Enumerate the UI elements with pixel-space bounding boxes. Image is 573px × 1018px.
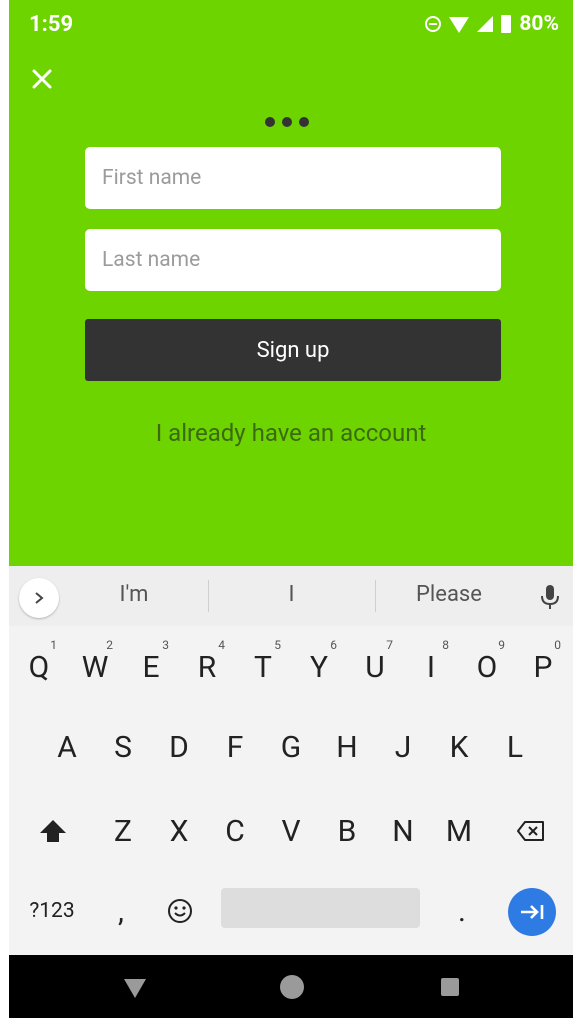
key-e[interactable]: E3 bbox=[123, 632, 179, 702]
key-p[interactable]: P0 bbox=[515, 632, 571, 702]
key-i[interactable]: I8 bbox=[403, 632, 459, 702]
key-z[interactable]: Z bbox=[95, 796, 151, 866]
device-screen: 1:59 80% Sign up I already have an accou… bbox=[9, 0, 573, 1018]
keyboard: I'm I Please Q1 W2 E3 R4 T5 Y6 U7 I8 O9 … bbox=[9, 566, 573, 955]
shift-key[interactable] bbox=[25, 796, 81, 866]
key-q[interactable]: Q1 bbox=[11, 632, 67, 702]
last-name-input[interactable] bbox=[85, 229, 501, 291]
cell-signal-icon bbox=[477, 16, 494, 32]
key-x[interactable]: X bbox=[151, 796, 207, 866]
close-button[interactable] bbox=[27, 64, 57, 94]
period-key[interactable]: . bbox=[437, 876, 487, 946]
key-f[interactable]: F bbox=[207, 712, 263, 782]
symbols-key[interactable]: ?123 bbox=[17, 876, 87, 946]
key-s[interactable]: S bbox=[95, 712, 151, 782]
dots-icon bbox=[265, 117, 309, 127]
next-arrow-icon bbox=[521, 905, 544, 919]
have-account-link[interactable]: I already have an account bbox=[9, 419, 573, 447]
suggestion-expand-button[interactable] bbox=[19, 578, 59, 618]
next-key[interactable] bbox=[508, 888, 556, 936]
battery-icon bbox=[501, 15, 512, 33]
suggestion-divider bbox=[375, 580, 376, 612]
key-v[interactable]: V bbox=[263, 796, 319, 866]
chevron-right-icon bbox=[35, 592, 44, 604]
shift-icon bbox=[40, 820, 66, 842]
emoji-key[interactable] bbox=[155, 876, 205, 946]
key-a[interactable]: A bbox=[39, 712, 95, 782]
key-m[interactable]: M bbox=[431, 796, 487, 866]
key-t[interactable]: T5 bbox=[235, 632, 291, 702]
suggestion-2[interactable]: I bbox=[209, 582, 374, 607]
key-j[interactable]: J bbox=[375, 712, 431, 782]
status-icons: 80% bbox=[425, 12, 559, 36]
home-icon[interactable] bbox=[280, 975, 304, 999]
space-key[interactable] bbox=[221, 888, 420, 928]
key-r[interactable]: R4 bbox=[179, 632, 235, 702]
suggestion-3[interactable]: Please bbox=[384, 582, 514, 607]
key-n[interactable]: N bbox=[375, 796, 431, 866]
key-y[interactable]: Y6 bbox=[291, 632, 347, 702]
key-u[interactable]: U7 bbox=[347, 632, 403, 702]
first-name-input[interactable] bbox=[85, 147, 501, 209]
emoji-icon bbox=[168, 899, 192, 923]
key-g[interactable]: G bbox=[263, 712, 319, 782]
do-not-disturb-icon bbox=[425, 16, 442, 32]
comma-key[interactable]: , bbox=[99, 876, 143, 946]
navigation-bar bbox=[9, 955, 573, 1018]
signup-screen: 1:59 80% Sign up I already have an accou… bbox=[9, 0, 573, 566]
mic-icon[interactable] bbox=[537, 583, 563, 611]
key-l[interactable]: L bbox=[487, 712, 543, 782]
recents-icon[interactable] bbox=[441, 978, 459, 996]
backspace-icon bbox=[517, 821, 544, 841]
key-b[interactable]: B bbox=[319, 796, 375, 866]
backspace-key[interactable] bbox=[503, 796, 559, 866]
key-k[interactable]: K bbox=[431, 712, 487, 782]
key-h[interactable]: H bbox=[319, 712, 375, 782]
key-w[interactable]: W2 bbox=[67, 632, 123, 702]
back-icon[interactable] bbox=[124, 979, 146, 998]
key-d[interactable]: D bbox=[151, 712, 207, 782]
status-time: 1:59 bbox=[29, 12, 74, 37]
key-c[interactable]: C bbox=[207, 796, 263, 866]
status-bar: 1:59 80% bbox=[9, 0, 573, 52]
wifi-icon bbox=[449, 17, 470, 33]
suggestion-bar: I'm I Please bbox=[9, 566, 573, 626]
signup-button[interactable]: Sign up bbox=[85, 319, 501, 381]
key-o[interactable]: O9 bbox=[459, 632, 515, 702]
battery-percent: 80% bbox=[519, 12, 559, 36]
suggestion-1[interactable]: I'm bbox=[69, 582, 199, 607]
close-icon bbox=[32, 69, 52, 89]
